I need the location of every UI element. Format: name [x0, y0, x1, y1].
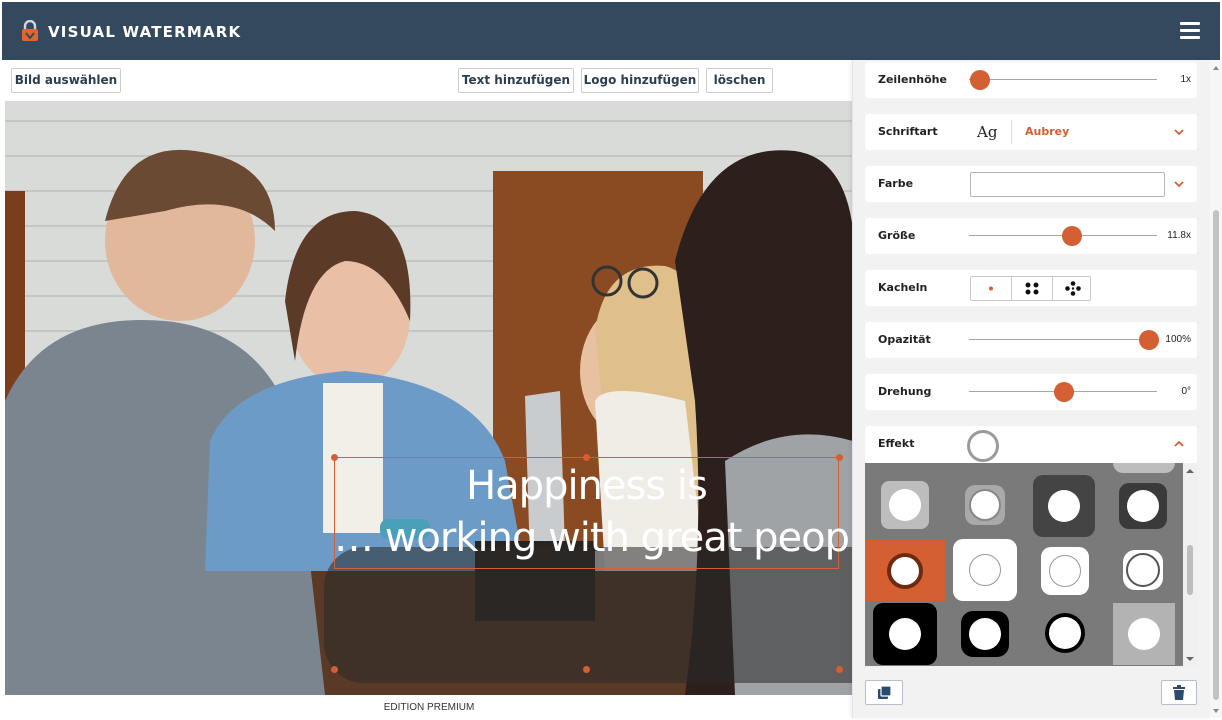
page-scrollbar[interactable]: [1210, 60, 1222, 718]
color-row: Farbe: [865, 166, 1197, 202]
line-height-value: 1x: [1180, 74, 1191, 85]
effect-row: Effekt: [865, 426, 1197, 464]
effect-option[interactable]: [1123, 550, 1163, 590]
color-field[interactable]: [970, 172, 1165, 197]
delete-button[interactable]: löschen: [706, 68, 773, 93]
add-logo-button[interactable]: Logo hinzufügen: [581, 68, 699, 93]
resize-handle[interactable]: [331, 666, 338, 673]
trash-icon: [1173, 685, 1185, 700]
effect-option[interactable]: [1113, 603, 1175, 665]
scroll-up-icon[interactable]: [1210, 63, 1222, 73]
tiles-label: Kacheln: [878, 281, 928, 294]
line-height-thumb[interactable]: [970, 70, 990, 90]
effect-option[interactable]: [1041, 547, 1089, 595]
effect-option[interactable]: [961, 611, 1009, 657]
chevron-up-icon[interactable]: [1173, 438, 1185, 450]
font-select[interactable]: Aubrey: [1025, 125, 1069, 138]
resize-handle[interactable]: [331, 454, 338, 461]
line-height-row: Zeilenhöhe 1x: [865, 62, 1197, 98]
resize-handle[interactable]: [836, 454, 843, 461]
effect-option[interactable]: [1119, 483, 1167, 529]
rotation-thumb[interactable]: [1054, 382, 1074, 402]
effect-option-selected[interactable]: [865, 539, 945, 601]
font-label: Schriftart: [878, 125, 938, 138]
duplicate-button[interactable]: [865, 680, 903, 705]
divider: [1011, 120, 1012, 144]
add-text-button[interactable]: Text hinzufügen: [458, 68, 574, 93]
image-canvas[interactable]: Happiness is … working with great people: [5, 101, 853, 695]
resize-handle[interactable]: [583, 454, 590, 461]
settings-panel: Zeilenhöhe 1x Schriftart Ag Aubrey Farbe…: [852, 60, 1210, 718]
tiles-toggle-group: [970, 276, 1091, 301]
scroll-thumb[interactable]: [1187, 545, 1193, 595]
rotation-label: Drehung: [878, 385, 932, 398]
edition-label: EDITION PREMIUM: [383, 702, 475, 713]
tile-five-button[interactable]: [1053, 277, 1093, 300]
effect-option[interactable]: [1113, 463, 1175, 473]
effect-preview: [967, 430, 999, 462]
size-value: 11.8x: [1167, 230, 1191, 241]
effect-option[interactable]: [1033, 475, 1095, 537]
scroll-up-icon[interactable]: [1183, 466, 1197, 476]
tile-four-button[interactable]: [1012, 277, 1053, 300]
size-label: Größe: [878, 229, 916, 242]
tile-single-button[interactable]: [971, 277, 1012, 300]
font-row: Schriftart Ag Aubrey: [865, 114, 1197, 150]
watermark-line-2: … working with great people: [334, 515, 853, 561]
line-height-label: Zeilenhöhe: [878, 73, 947, 86]
chevron-down-icon[interactable]: [1173, 178, 1185, 190]
app-header: VISUAL WATERMARK: [2, 2, 1220, 60]
effect-option[interactable]: [953, 539, 1017, 601]
opacity-row: Opazität 100%: [865, 322, 1197, 358]
tiles-row: Kacheln: [865, 270, 1197, 306]
font-preview: Ag: [977, 123, 998, 141]
size-thumb[interactable]: [1062, 226, 1082, 246]
size-row: Größe 11.8x: [865, 218, 1197, 254]
rotation-row: Drehung 0°: [865, 374, 1197, 410]
effect-option[interactable]: [873, 603, 937, 665]
page-scroll-thumb[interactable]: [1213, 210, 1219, 700]
delete-layer-button[interactable]: [1161, 680, 1197, 705]
rotation-value: 0°: [1181, 386, 1191, 397]
effect-option[interactable]: [1045, 613, 1085, 653]
resize-handle[interactable]: [583, 666, 590, 673]
opacity-thumb[interactable]: [1139, 330, 1159, 350]
lock-logo-icon: [22, 20, 38, 41]
opacity-label: Opazität: [878, 333, 931, 346]
opacity-value: 100%: [1165, 334, 1191, 345]
effect-label: Effekt: [878, 437, 915, 450]
effect-grid-scrollbar[interactable]: [1183, 463, 1197, 666]
scroll-down-icon[interactable]: [1210, 706, 1222, 716]
chevron-down-icon[interactable]: [1173, 126, 1185, 138]
menu-icon[interactable]: [1180, 22, 1200, 42]
scroll-down-icon[interactable]: [1183, 654, 1197, 664]
effect-option[interactable]: [881, 481, 929, 529]
app-title: VISUAL WATERMARK: [48, 23, 242, 41]
opacity-slider[interactable]: [969, 339, 1157, 340]
line-height-slider[interactable]: [969, 79, 1157, 80]
effect-option[interactable]: [965, 485, 1005, 525]
color-label: Farbe: [878, 177, 914, 190]
select-image-button[interactable]: Bild auswählen: [11, 68, 121, 93]
resize-handle[interactable]: [836, 666, 843, 673]
duplicate-icon: [878, 685, 892, 699]
watermark-line-1: Happiness is: [466, 463, 708, 509]
effect-grid[interactable]: [865, 463, 1197, 666]
